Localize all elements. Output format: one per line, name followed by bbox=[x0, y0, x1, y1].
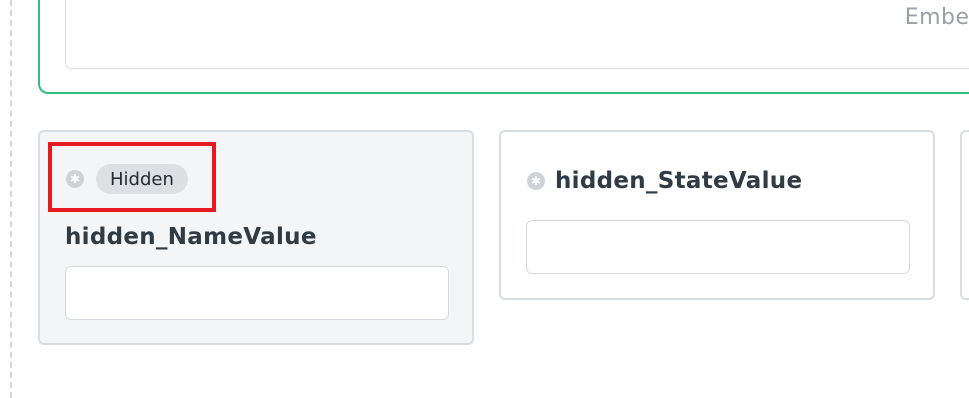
embed-section-panel[interactable]: Embed bbox=[65, 0, 969, 69]
hidden-name-input[interactable] bbox=[65, 266, 449, 320]
next-field-card[interactable] bbox=[960, 130, 969, 300]
form-builder-canvas: Embed ✱ Hidden hidden_NameValue ✱ hidden… bbox=[0, 0, 969, 398]
hidden-name-field-label: hidden_NameValue bbox=[65, 224, 317, 250]
hidden-badge: Hidden bbox=[96, 164, 188, 194]
hidden-state-field-label: hidden_StateValue bbox=[555, 168, 803, 194]
hidden-state-input[interactable] bbox=[526, 220, 910, 274]
embed-label: Embed bbox=[904, 5, 969, 30]
hidden-name-field-card[interactable]: ✱ Hidden hidden_NameValue bbox=[38, 130, 474, 345]
left-guide-line bbox=[10, 0, 12, 398]
asterisk-icon[interactable]: ✱ bbox=[66, 170, 84, 188]
asterisk-icon[interactable]: ✱ bbox=[527, 172, 545, 190]
hidden-state-field-card[interactable]: ✱ hidden_StateValue bbox=[499, 130, 935, 300]
